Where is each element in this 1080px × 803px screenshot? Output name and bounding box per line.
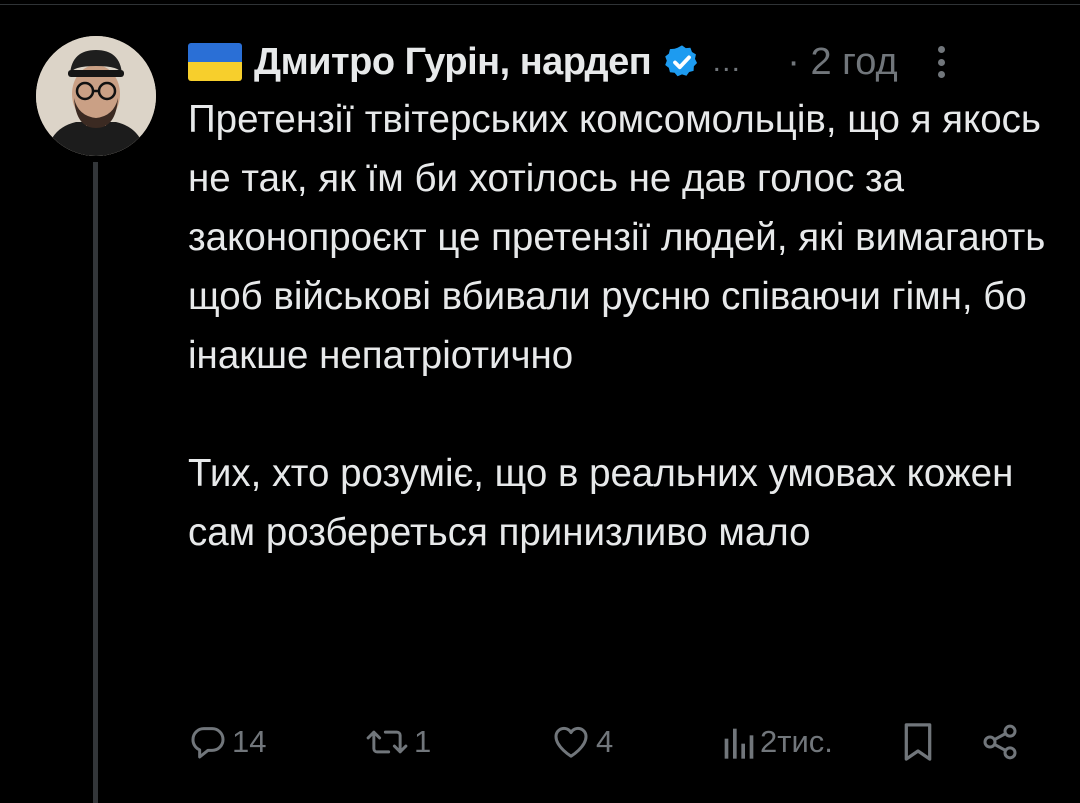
repost-count: 1 bbox=[414, 724, 432, 759]
author-avatar[interactable] bbox=[36, 36, 156, 156]
views-count: 2тис. bbox=[760, 724, 833, 759]
repost-icon bbox=[366, 730, 408, 754]
more-options-icon[interactable] bbox=[932, 42, 952, 82]
reply-icon bbox=[191, 727, 225, 759]
ukraine-flag-icon bbox=[188, 43, 242, 81]
post-text: Претензії твітерських комсомольців, що я… bbox=[188, 90, 1058, 562]
repost-button[interactable]: 1 bbox=[364, 712, 431, 772]
bookmark-icon bbox=[904, 723, 932, 761]
author-handle-truncated[interactable]: … bbox=[711, 45, 743, 79]
like-button[interactable]: 4 bbox=[550, 712, 613, 772]
like-count: 4 bbox=[596, 724, 614, 759]
verified-badge-icon[interactable] bbox=[663, 43, 701, 81]
author-name[interactable]: Дмитро Гурін, нардеп bbox=[254, 41, 652, 84]
share-icon bbox=[983, 724, 1017, 760]
avatar-portrait-image bbox=[36, 36, 156, 156]
post-action-bar: 14 1 4 2тис. bbox=[188, 712, 1028, 772]
reply-count: 14 bbox=[232, 724, 267, 759]
bookmark-button[interactable] bbox=[900, 712, 936, 772]
post-time[interactable]: · 2 год bbox=[787, 41, 897, 84]
thread-connector-line bbox=[93, 162, 98, 803]
post-text-paragraph: Тих, хто розуміє, що в реальних умовах к… bbox=[188, 452, 1014, 554]
analytics-icon bbox=[724, 728, 754, 759]
heart-icon bbox=[554, 726, 588, 758]
reply-button[interactable]: 14 bbox=[188, 712, 266, 772]
top-divider bbox=[0, 4, 1080, 5]
post-text-paragraph: Претензії твітерських комсомольців, що я… bbox=[188, 98, 1046, 377]
post-header: Дмитро Гурін, нардеп … · 2 год bbox=[188, 36, 1038, 88]
share-button[interactable] bbox=[980, 712, 1020, 772]
views-button[interactable]: 2тис. bbox=[720, 712, 833, 772]
